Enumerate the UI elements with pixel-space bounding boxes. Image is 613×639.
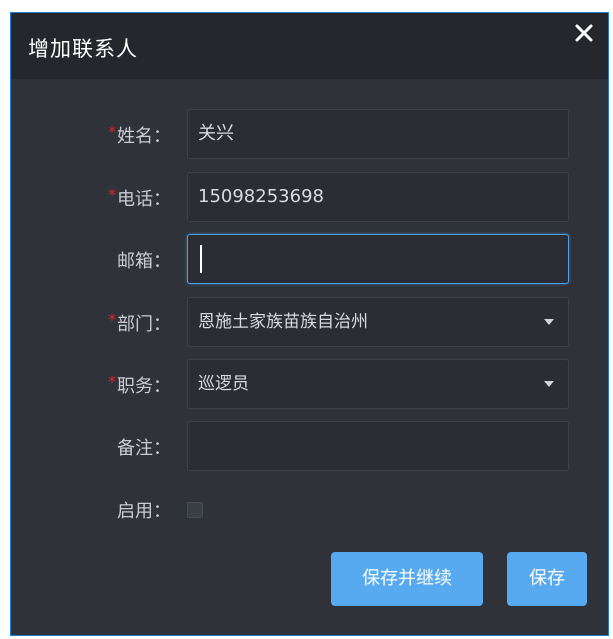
enabled-row: 启用：: [11, 484, 608, 536]
name-row: *姓名： 关兴: [11, 109, 608, 161]
email-row: 邮箱：: [11, 234, 608, 286]
department-label: *部门：: [108, 310, 171, 335]
caret-down-icon: [544, 319, 554, 325]
dialog-titlebar: 增加联系人: [11, 13, 608, 79]
position-value: 巡逻员: [198, 374, 249, 394]
position-select[interactable]: 巡逻员: [187, 359, 569, 409]
caret-down-icon: [544, 381, 554, 387]
note-label: 备注：: [117, 438, 171, 459]
enabled-label: 启用：: [117, 501, 171, 522]
required-mark: *: [108, 185, 116, 204]
note-field[interactable]: [187, 421, 569, 471]
phone-field[interactable]: 15098253698: [187, 172, 569, 222]
required-mark: *: [108, 372, 116, 391]
phone-label: *电话：: [108, 185, 171, 210]
close-icon[interactable]: [568, 17, 600, 49]
department-value: 恩施土家族苗族自治州: [198, 312, 368, 332]
enabled-checkbox[interactable]: [187, 502, 203, 518]
name-label: *姓名：: [108, 122, 171, 147]
dialog-title: 增加联系人: [28, 37, 138, 61]
phone-row: *电话： 15098253698: [11, 172, 608, 224]
email-field[interactable]: [187, 234, 569, 284]
email-label: 邮箱：: [117, 251, 171, 272]
add-contact-dialog: 增加联系人 *姓名： 关兴 *电话： 15098253698 邮箱： *部门： …: [10, 12, 609, 636]
text-caret: [200, 245, 202, 273]
department-select[interactable]: 恩施土家族苗族自治州: [187, 297, 569, 347]
save-button[interactable]: 保存: [507, 552, 587, 606]
department-row: *部门： 恩施土家族苗族自治州: [11, 297, 608, 349]
save-and-continue-button[interactable]: 保存并继续: [331, 552, 483, 606]
position-label: *职务：: [108, 372, 171, 397]
name-field[interactable]: 关兴: [187, 109, 569, 159]
note-row: 备注：: [11, 421, 608, 473]
required-mark: *: [108, 310, 116, 329]
position-row: *职务： 巡逻员: [11, 359, 608, 411]
required-mark: *: [108, 122, 116, 141]
